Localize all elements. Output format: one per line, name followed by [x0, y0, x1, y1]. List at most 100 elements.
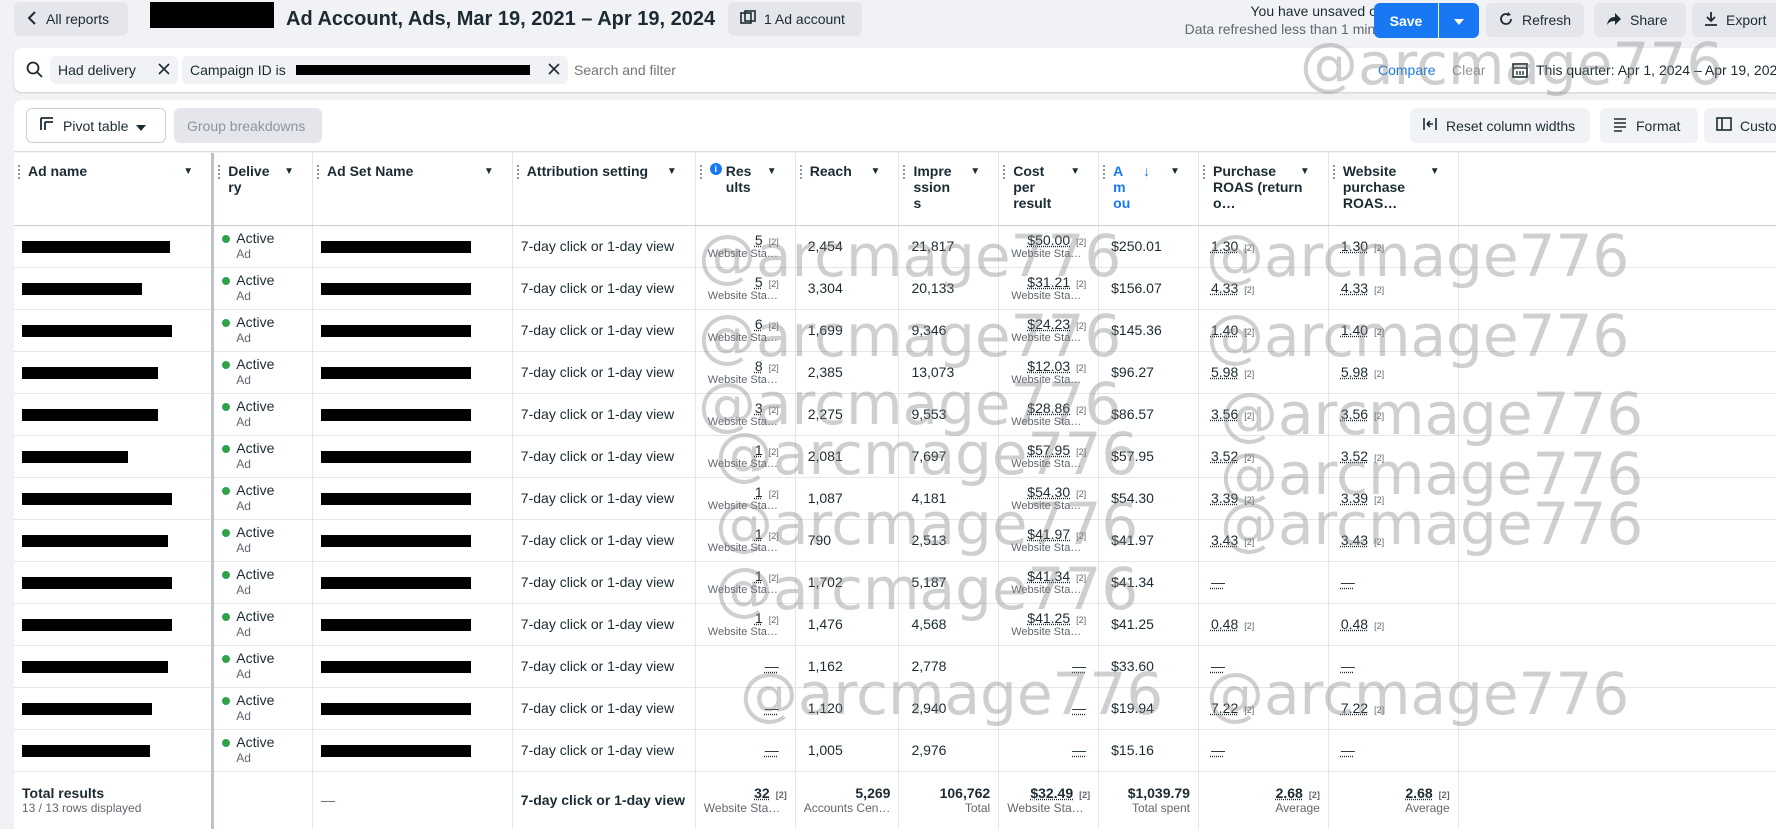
table-row[interactable]: Active Ad 7-day click or 1-day view 5 [2] Web… [14, 225, 1776, 268]
col-ad-set-name[interactable]: Ad Set Name ▼ [312, 153, 513, 226]
refresh-button[interactable]: Refresh [1486, 3, 1584, 37]
table-row[interactable]: Active Ad 7-day click or 1-day view 3 [2] Web… [14, 393, 1776, 436]
date-range-selector[interactable]: This quarter: Apr 1, 2024 – Apr 19, 2024 [1536, 62, 1776, 78]
caret-down-icon[interactable]: ▼ [661, 161, 683, 183]
caret-down-icon[interactable]: ▼ [278, 161, 300, 183]
ad-set-name-cell[interactable] [312, 645, 513, 688]
empty-cell [1458, 603, 1776, 646]
ad-name-cell[interactable] [14, 267, 214, 310]
table-row[interactable]: Active Ad 7-day click or 1-day view —1,162 2… [14, 645, 1776, 688]
ad-name-cell[interactable] [14, 225, 214, 268]
delivery-cell: Active Ad [211, 267, 314, 310]
search-filter-input[interactable] [574, 58, 974, 82]
table-row[interactable]: Active Ad 7-day click or 1-day view —1,120 2… [14, 687, 1776, 730]
reference-mark: [2] [1076, 404, 1087, 415]
col-website-purchase-roas[interactable]: Website purchase ROAS… ▼ [1328, 153, 1459, 226]
ad-set-name-cell[interactable] [312, 309, 513, 352]
table-row[interactable]: Active Ad 7-day click or 1-day view —1,005 2… [14, 729, 1776, 772]
delivery-cell: Active Ad [211, 351, 314, 394]
header-row: Ad name ▼ Delive ry ▼ Ad Set Name ▼ Attribu… [14, 153, 1776, 226]
customize-button[interactable]: Customize [1704, 108, 1776, 143]
empty-cell [1458, 770, 1776, 829]
col-results[interactable]: i Res ults ▼ [695, 153, 796, 226]
format-button[interactable]: Format [1600, 108, 1698, 143]
col-purchase-roas[interactable]: Purchase ROAS (return o… ▼ [1198, 153, 1329, 226]
caret-down-icon[interactable]: ▼ [1294, 161, 1316, 183]
reset-column-widths-button[interactable]: Reset column widths [1410, 108, 1590, 143]
col-cost-per-result[interactable]: Cost per result ▼ [998, 153, 1100, 226]
ad-set-name-cell[interactable] [312, 393, 513, 436]
ad-name-cell[interactable] [14, 687, 214, 730]
ad-set-name-cell[interactable] [312, 729, 513, 772]
amount-spent-cell: $250.01 [1098, 225, 1199, 268]
group-breakdowns-button[interactable]: Group breakdowns [174, 108, 322, 143]
sort-down-icon[interactable]: ↓ [1143, 163, 1150, 179]
ad-name-cell[interactable] [14, 477, 214, 520]
ad-name-cell[interactable] [14, 393, 214, 436]
impressions-cell: 2,778 [898, 645, 1000, 688]
ad-set-name-cell[interactable] [312, 561, 513, 604]
table-row[interactable]: Active Ad 7-day click or 1-day view 1 [2] Web… [14, 603, 1776, 646]
ad-set-name-cell[interactable] [312, 267, 513, 310]
table-row[interactable]: Active Ad 7-day click or 1-day view 1 [2] Web… [14, 561, 1776, 604]
table-row[interactable]: Active Ad 7-day click or 1-day view 5 [2] Web… [14, 267, 1776, 310]
empty-cell [1458, 645, 1776, 688]
redacted-ad-name [22, 241, 170, 254]
ad-set-name-cell[interactable] [312, 435, 513, 478]
ad-name-cell[interactable] [14, 519, 214, 562]
reference-mark: [2] [1244, 411, 1255, 421]
pivot-table-button[interactable]: Pivot table [26, 108, 166, 143]
ad-set-name-cell[interactable] [312, 477, 513, 520]
results-cell: — [695, 687, 796, 730]
col-amount-spent[interactable]: A m ou ↓ ▼ [1098, 153, 1199, 226]
table-row[interactable]: Active Ad 7-day click or 1-day view 6 [2] Web… [14, 309, 1776, 352]
table-row[interactable]: Active Ad 7-day click or 1-day view 8 [2] Web… [14, 351, 1776, 394]
filter-chip-campaign[interactable]: Campaign ID is [182, 56, 568, 84]
ad-account-label: 1 Ad account [764, 11, 845, 27]
export-button[interactable]: Export [1692, 3, 1776, 37]
ad-name-cell[interactable] [14, 435, 214, 478]
caret-down-icon[interactable]: ▼ [1424, 161, 1446, 183]
close-icon[interactable] [158, 62, 170, 78]
ad-name-cell[interactable] [14, 351, 214, 394]
ad-set-name-cell[interactable] [312, 687, 513, 730]
ad-name-cell[interactable] [14, 729, 214, 772]
caret-down-icon[interactable]: ▼ [761, 161, 783, 183]
cost-per-result-cell: — [998, 687, 1100, 730]
all-reports-button[interactable]: All reports [14, 2, 128, 36]
caret-down-icon[interactable]: ▼ [964, 161, 986, 183]
ad-set-name-cell[interactable] [312, 603, 513, 646]
clear-link[interactable]: Clear [1452, 62, 1485, 78]
ad-name-cell[interactable] [14, 561, 214, 604]
caret-down-icon[interactable]: ▼ [1164, 161, 1186, 183]
col-reach[interactable]: Reach ▼ [795, 153, 900, 226]
ad-name-cell[interactable] [14, 309, 214, 352]
col-impressions[interactable]: Impre ssion s ▼ [898, 153, 1000, 226]
compare-link[interactable]: Compare [1378, 62, 1436, 78]
table-row[interactable]: Active Ad 7-day click or 1-day view 1 [2] Web… [14, 519, 1776, 562]
col-attribution[interactable]: Attribution setting ▼ [512, 153, 696, 226]
save-options-button[interactable] [1439, 3, 1479, 38]
ad-set-name-cell[interactable] [312, 351, 513, 394]
table-row[interactable]: Active Ad 7-day click or 1-day view 1 [2] Web… [14, 477, 1776, 520]
ad-set-name-cell[interactable] [312, 225, 513, 268]
caret-down-icon[interactable]: ▼ [177, 161, 199, 183]
close-icon[interactable] [548, 62, 560, 78]
caret-down-icon[interactable]: ▼ [864, 161, 886, 183]
attribution-cell: 7-day click or 1-day view [512, 519, 696, 562]
share-button[interactable]: Share [1594, 3, 1686, 37]
col-delivery[interactable]: Delive ry ▼ [211, 153, 314, 226]
ad-set-name-cell[interactable] [312, 519, 513, 562]
caret-down-icon[interactable]: ▼ [478, 161, 500, 183]
ad-name-cell[interactable] [14, 603, 214, 646]
website-roas-cell: — [1328, 645, 1459, 688]
caret-down-icon[interactable]: ▼ [1064, 161, 1086, 183]
amount-spent-cell: $41.34 [1098, 561, 1199, 604]
filter-chip-delivery[interactable]: Had delivery [50, 56, 178, 84]
col-ad-name[interactable]: Ad name ▼ [14, 153, 214, 226]
ad-name-cell[interactable] [14, 645, 214, 688]
info-icon[interactable]: i [709, 163, 722, 175]
save-button[interactable]: Save [1374, 3, 1438, 38]
ad-account-selector[interactable]: 1 Ad account [728, 2, 862, 36]
table-row[interactable]: Active Ad 7-day click or 1-day view 1 [2] Web… [14, 435, 1776, 478]
